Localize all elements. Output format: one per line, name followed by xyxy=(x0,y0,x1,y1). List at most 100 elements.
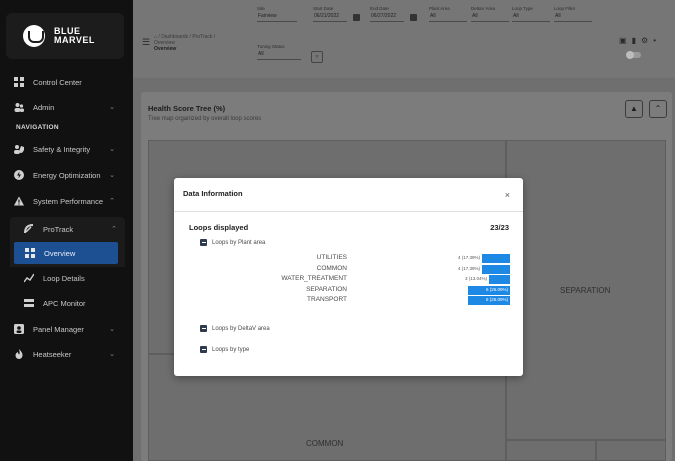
plant-area-filter[interactable]: Plant Area All xyxy=(429,6,467,22)
grid-view-icon[interactable]: ▣ xyxy=(619,36,632,45)
loop-type-filter[interactable]: Loop Type All xyxy=(512,6,550,22)
sidebar-item-energy[interactable]: Energy Optimization ⌄ xyxy=(0,164,133,186)
deltav-area-filter[interactable]: DeltaV Area All xyxy=(471,6,509,22)
bar[interactable] xyxy=(482,254,510,263)
treemap-label: SEPARATION xyxy=(560,286,611,295)
theme-toggle[interactable] xyxy=(626,51,641,59)
collapse-square-icon[interactable] xyxy=(200,239,207,246)
sidebar-item-label: ProTrack xyxy=(43,224,74,234)
bar-value-label: 3 (13.04%) xyxy=(464,276,487,281)
brand-logo[interactable]: BLUE MARVEL xyxy=(6,13,124,59)
filter-label: Loop Filter xyxy=(554,6,576,11)
filter-funnel-icon[interactable]: ▿ xyxy=(311,51,323,63)
sidebar-item-protrack[interactable]: ProTrack ⌃ xyxy=(0,218,133,240)
sidebar-item-label: APC Monitor xyxy=(43,298,86,308)
card-subtitle: Tree map organized by overall loop score… xyxy=(148,116,262,122)
sidebar-item-label: Heatseeker xyxy=(33,349,72,359)
sidebar-item-control-center[interactable]: Control Center xyxy=(0,71,133,93)
filter-label: Plant Area xyxy=(429,6,450,11)
notification-icon[interactable]: • xyxy=(653,36,661,45)
tuning-status-filter[interactable]: Tuning Status All xyxy=(257,44,301,60)
dashboard-icon xyxy=(14,77,24,87)
filter-value[interactable]: 06/27/2022 xyxy=(370,13,404,22)
treemap-tile-separation[interactable]: SEPARATION xyxy=(506,140,666,440)
brand-line2: MARVEL xyxy=(54,35,95,45)
sidebar-item-label: Overview xyxy=(44,248,76,258)
filter-value[interactable]: All xyxy=(257,51,301,60)
people-shield-icon xyxy=(14,144,24,154)
bar[interactable] xyxy=(489,275,510,284)
logo-mark-icon xyxy=(23,25,45,47)
chevron-up-icon: ⌃ xyxy=(111,226,117,233)
loops-displayed-count: 23/23 xyxy=(490,223,509,232)
sidebar-item-apc-monitor[interactable]: APC Monitor xyxy=(0,292,133,314)
sidebar-item-label: Energy Optimization xyxy=(33,170,101,180)
sidebar-item-admin[interactable]: Admin ⌄ xyxy=(0,96,133,118)
treemap-tile[interactable] xyxy=(506,440,596,461)
filter-value[interactable]: Fairview xyxy=(257,13,297,22)
close-icon[interactable]: × xyxy=(505,190,510,200)
start-date-filter[interactable]: Start Date 06/21/2022 xyxy=(313,6,347,22)
sidebar-item-system-performance[interactable]: System Performance ⌃ xyxy=(0,190,133,212)
chevron-up-icon: ⌃ xyxy=(109,198,115,205)
sidebar-item-panel-manager[interactable]: Panel Manager ⌄ xyxy=(0,318,133,340)
sidebar-item-label: Safety & Integrity xyxy=(33,144,91,154)
bar-row: UTILITIES 4 (17.39%) xyxy=(174,254,523,263)
filter-label: End Date xyxy=(370,6,389,11)
filter-value[interactable]: All xyxy=(554,13,592,22)
filter-label: DeltaV Area xyxy=(471,6,496,11)
collapse-button[interactable]: ⌃ xyxy=(649,100,667,118)
users-icon xyxy=(14,102,24,112)
sidebar-item-heatseeker[interactable]: Heatseeker ⌄ xyxy=(0,343,133,365)
group-plant-area[interactable]: Loops by Plant area xyxy=(200,239,265,246)
chevron-down-icon: ⌄ xyxy=(109,104,115,111)
treemap-label: COMMON xyxy=(306,439,344,448)
bar-category-label: SEPARATION xyxy=(306,285,347,293)
filter-label: Start Date xyxy=(313,6,334,11)
menu-icon[interactable]: ☰ xyxy=(142,37,150,48)
toolbar-icons: ▣▮⚙• xyxy=(619,36,661,45)
overview-grid-icon xyxy=(25,248,35,258)
group-label: Loops by DeltaV area xyxy=(212,325,270,332)
bar-category-label: COMMON xyxy=(316,264,347,272)
filter-value[interactable]: 06/21/2022 xyxy=(313,13,347,22)
chevron-down-icon: ⌄ xyxy=(109,326,115,333)
collapse-square-icon[interactable] xyxy=(200,346,207,353)
bar-category-label: TRANSPORT xyxy=(307,296,347,303)
sidebar-item-loop-details[interactable]: Loop Details xyxy=(0,267,133,289)
loop-filter[interactable]: Loop Filter All xyxy=(554,6,592,22)
bookmark-icon[interactable]: ▮ xyxy=(632,36,641,45)
group-type[interactable]: Loops by type xyxy=(200,346,249,353)
sidebar-item-label: Admin xyxy=(33,102,55,112)
nav-section-heading: NAVIGATION xyxy=(16,124,59,131)
treemap-tile[interactable] xyxy=(596,440,666,461)
energy-icon xyxy=(14,170,24,180)
bar-value-label: 4 (17.39%) xyxy=(457,255,480,260)
filter-value[interactable]: All xyxy=(429,13,467,22)
group-deltav-area[interactable]: Loops by DeltaV area xyxy=(200,325,270,332)
warning-triangle-icon xyxy=(14,196,24,206)
sidebar-item-overview[interactable]: Overview xyxy=(14,242,118,264)
collapse-square-icon[interactable] xyxy=(200,325,207,332)
sidebar-item-label: Loop Details xyxy=(43,273,85,283)
filter-label: Tuning Status xyxy=(257,44,285,49)
end-date-filter[interactable]: End Date 06/27/2022 xyxy=(370,6,404,22)
panel-user-icon xyxy=(14,324,24,334)
site-filter[interactable]: Site Fairview xyxy=(257,6,297,22)
settings-icon[interactable]: ⚙ xyxy=(641,36,653,45)
loops-displayed-label: Loops displayed xyxy=(189,223,249,232)
monitor-icon xyxy=(24,298,34,308)
filter-value[interactable]: All xyxy=(471,13,509,22)
group-label: Loops by Plant area xyxy=(212,239,266,246)
sidebar-item-safety[interactable]: Safety & Integrity ⌄ xyxy=(0,138,133,160)
calendar-icon[interactable] xyxy=(353,14,360,21)
chevron-down-icon: ⌄ xyxy=(109,172,115,179)
bar-row: TRANSPORT 6 (26.09%) xyxy=(174,296,523,305)
filter-value[interactable]: All xyxy=(512,13,550,22)
filter-label: Loop Type xyxy=(512,6,533,11)
bar-row: WATER_TREATMENT 3 (13.04%) xyxy=(174,275,523,284)
chart-icon-button[interactable]: ▲ xyxy=(625,100,643,118)
bar[interactable] xyxy=(482,264,510,274)
sidebar: BLUE MARVEL Control Center Admin ⌄ NAVIG… xyxy=(0,0,133,461)
calendar-icon[interactable] xyxy=(410,14,417,21)
